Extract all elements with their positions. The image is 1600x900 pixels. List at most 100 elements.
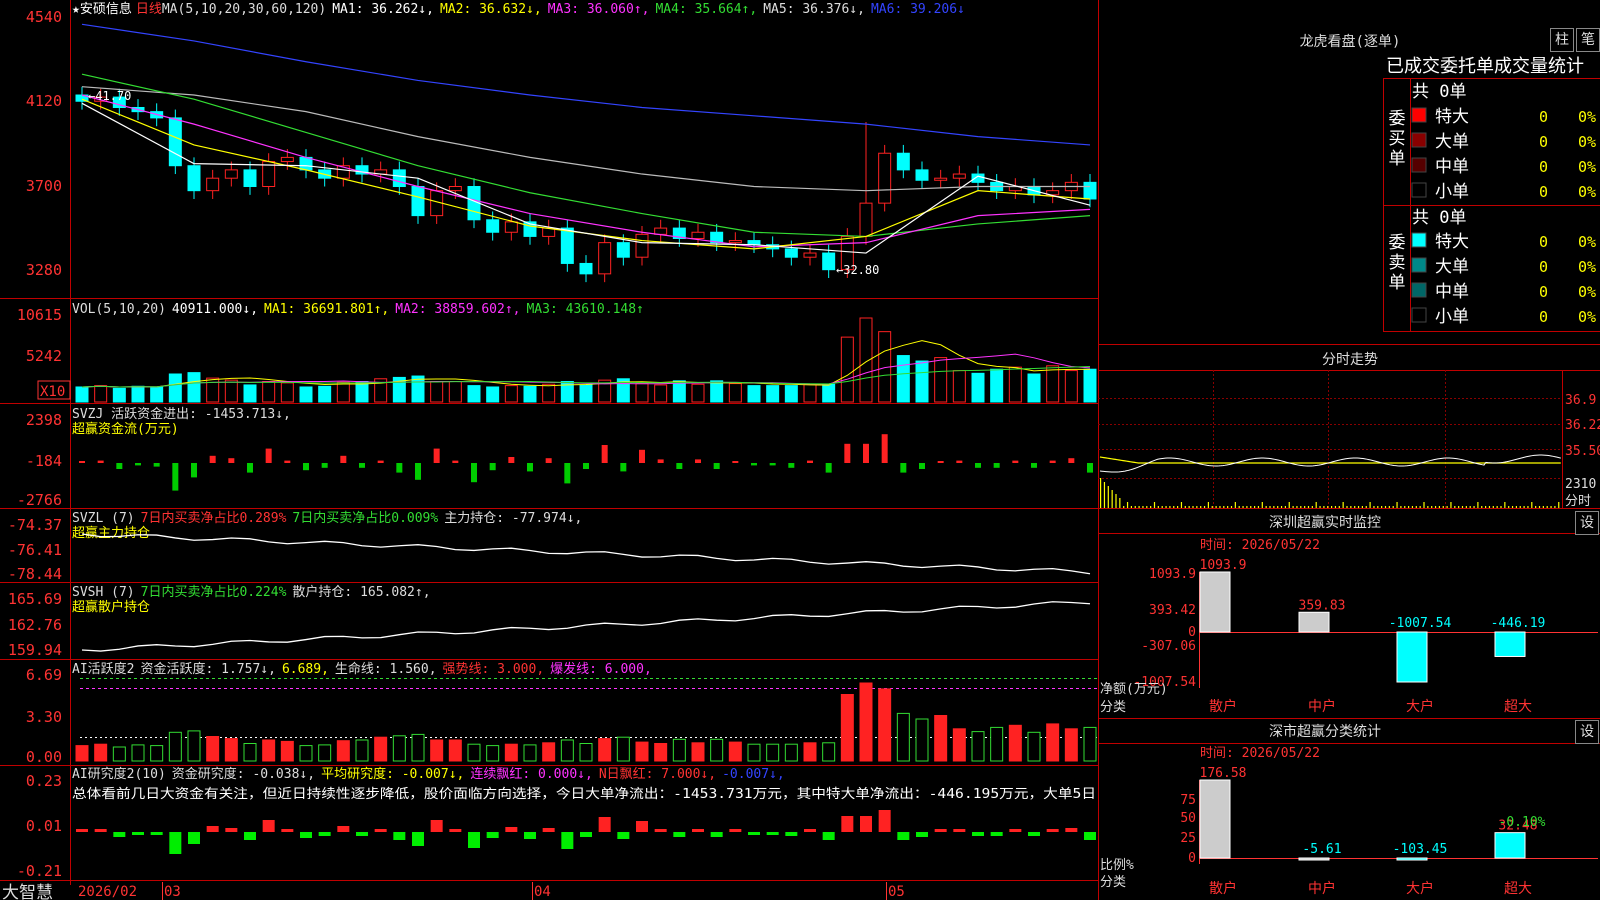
category-label: 散户 [1209,880,1237,897]
buy-row-name: 小单 [1435,182,1469,202]
ai1-axis-label: 0.00 [26,748,62,766]
intraday-vol-bar [1535,506,1537,508]
svzj-bar [937,461,944,463]
intraday-vol-bar [1400,506,1402,508]
category-label: 中户 [1308,698,1336,715]
axis-label: 1093.9 [1149,567,1196,582]
ai1-bar [990,726,1004,762]
intraday-vol-bar [1523,506,1525,508]
intraday-vol-bar [1215,506,1217,508]
ai1-bar [504,743,518,762]
sz-monitor-settings-button[interactable]: 设 [1575,511,1599,535]
ai1-bar [448,739,462,762]
intraday-vol-bar [1373,506,1375,508]
sell-swatch [1411,307,1427,323]
svsh-axis-label: 165.69 [8,590,62,608]
candle [822,252,836,271]
intraday-vol-bar [1242,506,1244,508]
intraday-vol-bar [1519,506,1521,508]
svzj-bar [265,448,272,463]
buy-row-pct: 0% [1578,158,1596,176]
ai1-bar [392,735,406,762]
candle [224,169,238,179]
price-axis-label: 3700 [26,177,62,195]
candle [579,262,593,275]
intraday-vol-bar [1365,506,1367,508]
ai2-bar [76,829,88,832]
ai1-bar [94,743,108,762]
ai1-bar [672,738,686,762]
tick-view-button[interactable]: 笔 [1576,28,1600,52]
intraday-vol-bar [1511,506,1514,508]
svzj-bar [1012,460,1019,463]
bar-view-button[interactable]: 柱 [1550,28,1574,52]
intraday-vol-bar [1150,506,1152,508]
intraday-vol-bar [1319,506,1321,508]
intraday-vol-bar [1196,506,1198,508]
kline-chart[interactable]: 4540 4120 3700 3280 10615 5242 2398 -184… [0,0,1600,900]
volume-bar [822,383,836,403]
intraday-vol-bar [1554,506,1556,508]
volume-bars [75,317,1097,403]
buy-row-name: 中单 [1435,157,1469,177]
svzl-axis-label: -76.41 [8,541,62,559]
intraday-vol-bar [1342,502,1344,508]
volume-bar [766,385,780,403]
svzj-bar [1031,463,1037,468]
svzj-bar [452,460,459,463]
intraday-vol-bar [1304,506,1306,508]
intraday-title: 分时走势 [1322,352,1378,368]
intraday-vol-bar [1369,502,1371,508]
ai2-bar [748,832,760,835]
svzj-bar [601,445,608,463]
ai2-bar [1046,829,1059,832]
ai2-bar [206,826,219,832]
volume-bar [1046,365,1060,403]
ai2-bar [766,832,779,835]
volume-bar [355,381,369,403]
volume-bar [672,380,686,403]
sell-swatch [1411,282,1427,298]
ai2-bar [94,829,107,832]
ai1-bar [896,712,910,762]
candle [635,233,649,258]
svzj-bar [508,457,515,463]
category-label: 散户 [1209,698,1237,715]
intraday-vol-bar [1384,506,1387,508]
ai2-bar [486,832,499,838]
intraday-vol-bar [1192,506,1194,508]
volume-bar [840,336,854,403]
intraday-vol-bar [1454,506,1456,508]
volume-bar [1008,366,1022,403]
svzj-bar [732,461,739,463]
sz-classify-settings-button[interactable]: 设 [1575,720,1599,744]
candle [560,227,574,264]
svzl-legend: SVZL (7) 7日内买卖净占比0.289% 7日内买卖净占比0.009% 主力持仓… [72,510,582,526]
intraday-vol-bar [1292,506,1294,508]
volume-bar [280,382,294,403]
category-label: 大户 [1406,880,1434,897]
volume-bar [131,385,145,403]
ai1-bar [336,740,350,762]
ai2-bar [281,829,294,832]
ma-line-ma4 [81,73,1091,238]
svzj-bar [284,460,291,463]
ai2-bar [337,826,350,832]
volume-bar [486,386,500,403]
sell-swatch [1411,257,1427,273]
ai1-bar [243,743,257,762]
ai1-bar [859,682,873,762]
svzj-bar [1087,463,1093,473]
ai2-bar [897,832,910,840]
ai2-bar [225,828,238,832]
buy-swatch [1411,182,1427,198]
svzj-bar [489,463,496,471]
intraday-vol-bar [1180,502,1183,508]
ai1-bar [747,743,761,762]
intraday-vol-label: 分时 [1565,494,1591,509]
svzj-bars [79,434,1093,491]
vol-axis-label: 5242 [26,347,62,365]
category-bar [1396,857,1428,861]
svzj-bar [844,443,851,463]
ai1-bar [430,739,444,762]
